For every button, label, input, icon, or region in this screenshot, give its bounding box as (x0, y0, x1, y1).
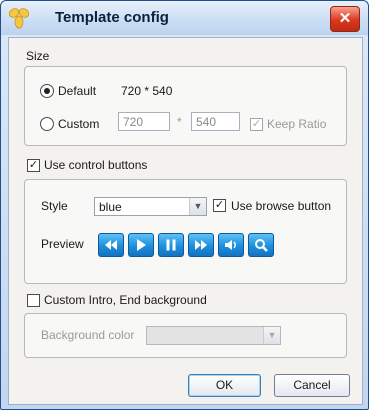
size-separator: * (177, 115, 182, 129)
play-icon (137, 239, 146, 251)
custom-height-input[interactable]: 540 (191, 112, 240, 131)
background-color-label: Background color (41, 328, 135, 342)
preview-play-button[interactable] (128, 233, 154, 257)
pause-icon (166, 239, 176, 251)
app-logo-icon (8, 8, 30, 29)
use-browse-button-label: Use browse button (231, 199, 332, 213)
default-size-label: Default (58, 84, 97, 98)
use-control-buttons-label: Use control buttons (44, 158, 148, 172)
custom-background-checkbox[interactable] (27, 294, 40, 307)
volume-icon (225, 240, 236, 250)
ok-button[interactable]: OK (188, 374, 261, 397)
use-control-buttons-checkbox[interactable]: ✓ (27, 159, 40, 172)
style-select-value: blue (99, 200, 122, 214)
chevron-down-icon: ▼ (263, 327, 280, 344)
size-group (24, 66, 347, 146)
chevron-down-icon: ▼ (189, 198, 206, 215)
custom-background-label: Custom Intro, End background (44, 293, 207, 307)
preview-volume-button[interactable] (218, 233, 244, 257)
dialog-window: Template config ✕ Size Default 720 * 540… (0, 0, 369, 410)
close-icon: ✕ (338, 10, 352, 27)
custom-size-label: Custom (58, 117, 100, 131)
fast-forward-icon (195, 240, 207, 250)
rewind-icon (105, 240, 117, 250)
default-size-value: 720 * 540 (121, 84, 173, 98)
cancel-button[interactable]: Cancel (274, 374, 350, 397)
use-browse-button-checkbox[interactable]: ✓ (213, 199, 226, 212)
preview-fast-forward-button[interactable] (188, 233, 214, 257)
style-label: Style (41, 199, 68, 213)
default-size-radio[interactable] (40, 84, 54, 98)
preview-pause-button[interactable] (158, 233, 184, 257)
window-title: Template config (55, 9, 169, 26)
close-button[interactable]: ✕ (330, 6, 360, 32)
control-buttons-group (24, 179, 347, 284)
background-color-select[interactable]: ▼ (146, 326, 281, 345)
keep-ratio-label: Keep Ratio (267, 117, 327, 131)
preview-label: Preview (41, 237, 84, 251)
preview-zoom-button[interactable] (248, 233, 274, 257)
custom-width-input[interactable]: 720 (118, 112, 170, 131)
keep-ratio-checkbox[interactable]: ✓ (250, 118, 263, 131)
custom-size-radio[interactable] (40, 117, 54, 131)
title-bar[interactable]: Template config ✕ (1, 1, 368, 35)
style-select[interactable]: blue ▼ (94, 197, 207, 216)
size-group-label: Size (26, 49, 50, 63)
preview-rewind-button[interactable] (98, 233, 124, 257)
zoom-icon (255, 239, 268, 252)
